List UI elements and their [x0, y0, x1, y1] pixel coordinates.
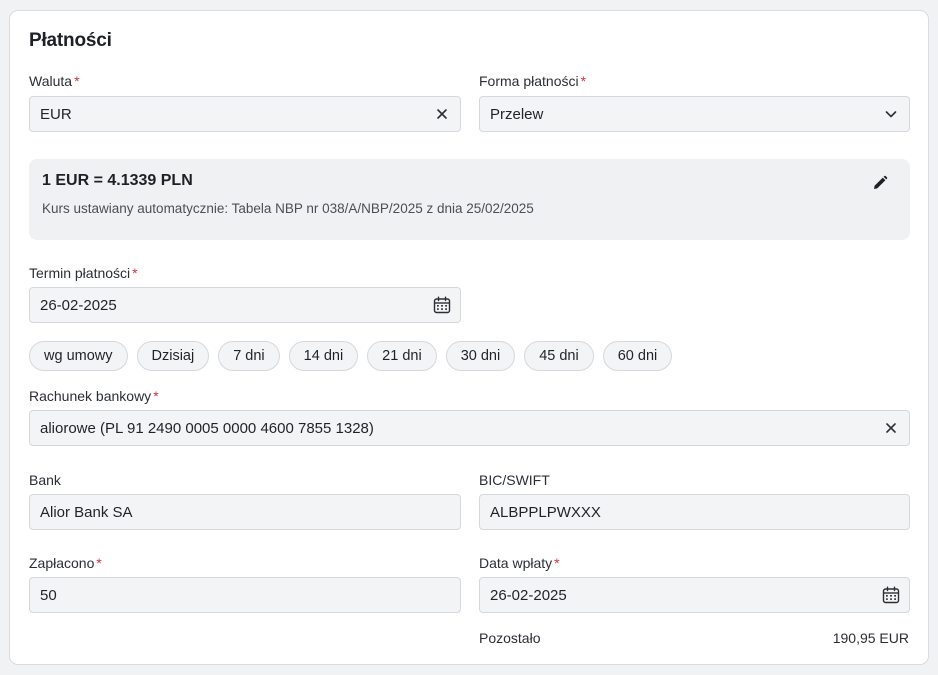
payment-method-label: Forma płatności *	[479, 73, 586, 89]
clear-bank-account-icon[interactable]	[882, 419, 900, 437]
paid-label: Zapłacono *	[29, 555, 102, 571]
paid-input[interactable]: 50	[29, 577, 461, 613]
edit-rate-button[interactable]	[870, 175, 890, 195]
due-date-value: 26-02-2025	[40, 296, 117, 314]
due-date-input[interactable]: 26-02-2025	[29, 287, 461, 323]
due-date-label-text: Termin płatności	[29, 265, 131, 281]
required-mark: *	[153, 388, 159, 404]
currency-label: Waluta *	[29, 73, 80, 89]
chip-45-days[interactable]: 45 dni	[524, 341, 594, 371]
payment-date-label-text: Data wpłaty	[479, 555, 553, 571]
bank-account-value: aliorowe (PL 91 2490 0005 0000 4600 7855…	[40, 419, 374, 437]
chip-today[interactable]: Dzisiaj	[136, 341, 210, 371]
payment-date-input[interactable]: 26-02-2025	[479, 577, 910, 613]
required-mark: *	[554, 555, 560, 571]
bic-field[interactable]: ALBPPLPWXXX	[479, 494, 910, 530]
bank-field[interactable]: Alior Bank SA	[29, 494, 461, 530]
quick-terms: wg umowy Dzisiaj 7 dni 14 dni 21 dni 30 …	[29, 341, 673, 371]
required-mark: *	[74, 73, 80, 89]
bank-account-label-text: Rachunek bankowy	[29, 388, 152, 404]
currency-value: EUR	[40, 105, 72, 123]
payment-method-label-text: Forma płatności	[479, 73, 579, 89]
payments-card: Płatności Waluta * EUR Forma płatności * P…	[9, 10, 929, 665]
bic-label: BIC/SWIFT	[479, 472, 550, 488]
section-title: Płatności	[29, 30, 112, 51]
calendar-icon[interactable]	[882, 586, 900, 604]
payment-method-select[interactable]: Przelew	[479, 96, 910, 132]
due-date-label: Termin płatności *	[29, 265, 138, 281]
remaining-value: 190,95 EUR	[832, 630, 909, 646]
clear-currency-icon[interactable]	[433, 105, 451, 123]
chip-wg-umowy[interactable]: wg umowy	[29, 341, 128, 371]
chip-7-days[interactable]: 7 dni	[218, 341, 280, 371]
exchange-rate-value: 1 EUR = 4.1339 PLN	[42, 172, 193, 189]
required-mark: *	[132, 265, 138, 281]
payment-date-label: Data wpłaty *	[479, 555, 560, 571]
remaining-label: Pozostało	[479, 630, 541, 646]
payment-method-value: Przelew	[490, 105, 544, 123]
chip-14-days[interactable]: 14 dni	[288, 341, 359, 371]
bank-value: Alior Bank SA	[40, 503, 133, 521]
chip-21-days[interactable]: 21 dni	[367, 341, 437, 371]
paid-value: 50	[40, 586, 57, 604]
required-mark: *	[580, 73, 587, 89]
bank-account-select[interactable]: aliorowe (PL 91 2490 0005 0000 4600 7855…	[29, 410, 910, 446]
currency-label-text: Waluta	[29, 73, 73, 89]
pencil-icon	[871, 174, 889, 197]
calendar-icon[interactable]	[433, 296, 451, 314]
exchange-rate-panel: 1 EUR = 4.1339 PLN Kurs ustawiany automa…	[29, 159, 910, 240]
chip-30-days[interactable]: 30 dni	[445, 341, 516, 371]
currency-select[interactable]: EUR	[29, 96, 461, 132]
bic-value: ALBPPLPWXXX	[490, 503, 601, 521]
paid-label-text: Zapłacono	[29, 555, 95, 571]
chip-60-days[interactable]: 60 dni	[602, 341, 673, 371]
exchange-rate-note: Kurs ustawiany automatycznie: Tabela NBP…	[42, 201, 534, 216]
bank-account-label: Rachunek bankowy *	[29, 388, 159, 404]
payment-date-value: 26-02-2025	[490, 586, 567, 604]
chevron-down-icon[interactable]	[882, 105, 900, 123]
required-mark: *	[96, 555, 102, 571]
bank-label: Bank	[29, 472, 61, 488]
